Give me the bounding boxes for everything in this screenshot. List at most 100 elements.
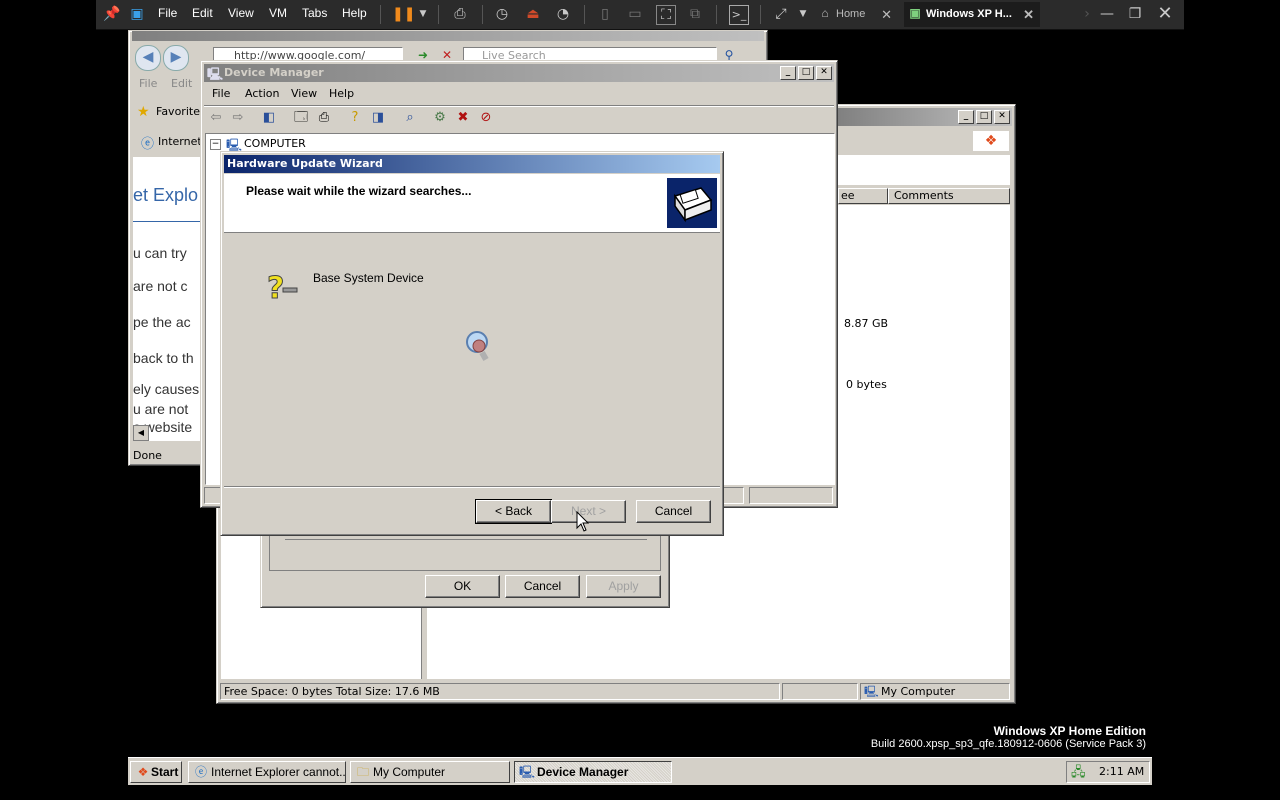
snapshot-manager-icon[interactable]: ◔ [554, 5, 572, 23]
wizard-title: Hardware Update Wizard [227, 157, 383, 170]
tree-root-computer[interactable]: COMPUTER [244, 137, 306, 150]
tab-scroll-icon[interactable]: › [1078, 5, 1096, 23]
column-header-free-space[interactable]: ee Space [838, 188, 888, 216]
edition-text: Windows XP Home Edition [993, 724, 1146, 738]
my-computer-icon: 🗀 [356, 765, 369, 779]
vm-menu-file[interactable]: File [158, 0, 177, 29]
ie-menu-edit[interactable]: Edit [171, 77, 192, 90]
help-icon[interactable]: ? [346, 109, 364, 127]
status-zone-label: My Computer [881, 685, 956, 698]
tab-windows-xp[interactable]: ▣ Windows XP H... ✕ [904, 2, 1040, 27]
my-computer-icon: 🖳 [864, 685, 879, 698]
device-manager-title-bar: 🖳 Device Manager _ □ ✕ [204, 64, 834, 82]
ok-button[interactable]: OK [425, 575, 500, 598]
update-driver-icon[interactable]: ⚙ [431, 109, 449, 127]
send-ctrl-alt-del-icon[interactable]: ⎙ [451, 5, 469, 23]
unity-icon[interactable]: ⧉ [686, 5, 704, 23]
uninstall-icon[interactable]: ✖ [454, 109, 472, 127]
device-manager-icon: 🖳 [207, 67, 224, 81]
snapshot-icon[interactable]: ◷ [493, 5, 511, 23]
favorites-button[interactable]: Favorites [156, 105, 206, 118]
back-icon[interactable]: ◀ [135, 45, 161, 71]
menu-action[interactable]: Action [245, 85, 279, 103]
maximize-icon[interactable]: ❐ [1126, 5, 1144, 23]
ie-tab-icon: ⓔ [141, 137, 155, 152]
close-icon[interactable]: ✕ [1023, 2, 1034, 27]
start-button[interactable]: ❖ Start [130, 761, 182, 783]
vmware-toolbar: 📌 ▣ File Edit View VM Tabs Help ❚❚ ▼ ⎙ ◷… [96, 0, 1184, 30]
toolbar-separator [482, 5, 483, 24]
disable-icon[interactable]: ⊘ [477, 109, 495, 127]
toolbar: ⇦ ⇨ ◧ 🗔 ⎙ ? ◨ ⌕ ⚙ ✖ ⊘ [204, 105, 834, 132]
taskbar-item-internet-explorer[interactable]: ⓔ Internet Explorer cannot... [188, 761, 346, 783]
menu-view[interactable]: View [291, 85, 317, 103]
vm-menu-vm[interactable]: VM [269, 0, 287, 29]
ie-page-content: et Explo u can try are not c pe the ac b… [133, 157, 201, 441]
pin-icon[interactable]: 📌 [103, 5, 121, 23]
menu-help[interactable]: Help [329, 85, 354, 103]
cancel-button[interactable]: Cancel [505, 575, 580, 598]
taskbar: ❖ Start ⓔ Internet Explorer cannot... 🗀 … [128, 757, 1152, 785]
revert-snapshot-icon[interactable]: ⏏ [524, 5, 542, 23]
minimize-button[interactable]: _ [958, 110, 974, 124]
forward-arrow-icon[interactable]: ⇨ [229, 109, 247, 127]
build-text: Build 2600.xpsp_sp3_qfe.180912-0606 (Ser… [870, 738, 1146, 750]
heading-underline [133, 221, 201, 222]
wizard-header: Please wait while the wizard searches... [224, 174, 720, 233]
tab-home[interactable]: ⌂ Home ✕ [814, 2, 898, 27]
collapse-icon[interactable]: − [210, 139, 221, 150]
fullscreen-icon[interactable]: ⛶ [656, 5, 676, 25]
chevron-down-icon[interactable]: ▼ [794, 5, 812, 23]
show-hide-tree-icon[interactable]: ◧ [260, 109, 278, 127]
taskbar-item-my-computer[interactable]: 🗀 My Computer [350, 761, 510, 783]
close-button[interactable]: ✕ [816, 66, 832, 80]
vm-menu-help[interactable]: Help [342, 0, 367, 29]
menu-file[interactable]: File [212, 85, 230, 103]
column-header-comments[interactable]: Comments [888, 188, 1010, 204]
close-button[interactable]: ✕ [994, 110, 1010, 124]
back-button[interactable]: < Back [475, 499, 552, 524]
print-icon[interactable]: ⎙ [315, 109, 333, 127]
properties-icon[interactable]: 🗔 [292, 109, 310, 127]
tab-windows-xp-label: Windows XP H... [926, 8, 1012, 20]
ie-tab[interactable]: Internet [158, 135, 202, 148]
vm-menu-tabs[interactable]: Tabs [302, 0, 327, 29]
forward-icon[interactable]: ▶ [163, 45, 189, 71]
stretch-icon[interactable]: ⤢ [772, 5, 790, 23]
back-arrow-icon[interactable]: ⇦ [207, 109, 225, 127]
taskbar-item-label: Internet Explorer cannot... [211, 765, 346, 779]
console-icon[interactable]: >_ [729, 5, 749, 25]
page-heading: et Explo [133, 185, 199, 205]
device-manager-title: Device Manager [224, 66, 324, 79]
chevron-down-icon[interactable]: ▼ [414, 5, 432, 23]
maximize-button[interactable]: □ [798, 66, 814, 80]
taskbar-item-device-manager[interactable]: 🖳 Device Manager [514, 761, 672, 783]
toolbar-separator [716, 5, 717, 24]
close-icon[interactable]: ✕ [881, 2, 892, 27]
free-space-value: 0 bytes [846, 378, 887, 391]
home-icon: ⌂ [821, 6, 829, 20]
pause-icon[interactable]: ❚❚ [392, 5, 415, 23]
close-icon[interactable]: ✕ [1156, 5, 1174, 23]
properties-divider [285, 539, 647, 540]
sidebar-view-icon[interactable]: ▯ [596, 5, 614, 23]
vm-menu-edit[interactable]: Edit [192, 0, 213, 29]
minimize-icon[interactable]: — [1098, 5, 1116, 23]
scan-hardware-icon[interactable]: ⌕ [401, 109, 419, 127]
library-icon[interactable]: ▣ [128, 5, 146, 23]
minimize-button[interactable]: _ [780, 66, 796, 80]
cancel-button[interactable]: Cancel [636, 500, 711, 523]
network-tray-icon[interactable]: 🖧 [1071, 763, 1086, 783]
ie-menu-file[interactable]: File [139, 77, 157, 90]
thumbnail-view-icon[interactable]: ▭ [626, 5, 644, 23]
clock[interactable]: 2:11 AM [1099, 762, 1144, 782]
toolbar-separator [760, 5, 761, 24]
maximize-button[interactable]: □ [976, 110, 992, 124]
device-manager-icon: 🖳 [519, 765, 536, 779]
apply-button[interactable]: Apply [586, 575, 661, 598]
toolbar-separator [584, 5, 585, 24]
scroll-left-icon[interactable]: ◀ [133, 425, 149, 441]
vm-menu-view[interactable]: View [228, 0, 254, 29]
action-pane-icon[interactable]: ◨ [369, 109, 387, 127]
ie-status-text: Done [133, 449, 162, 462]
